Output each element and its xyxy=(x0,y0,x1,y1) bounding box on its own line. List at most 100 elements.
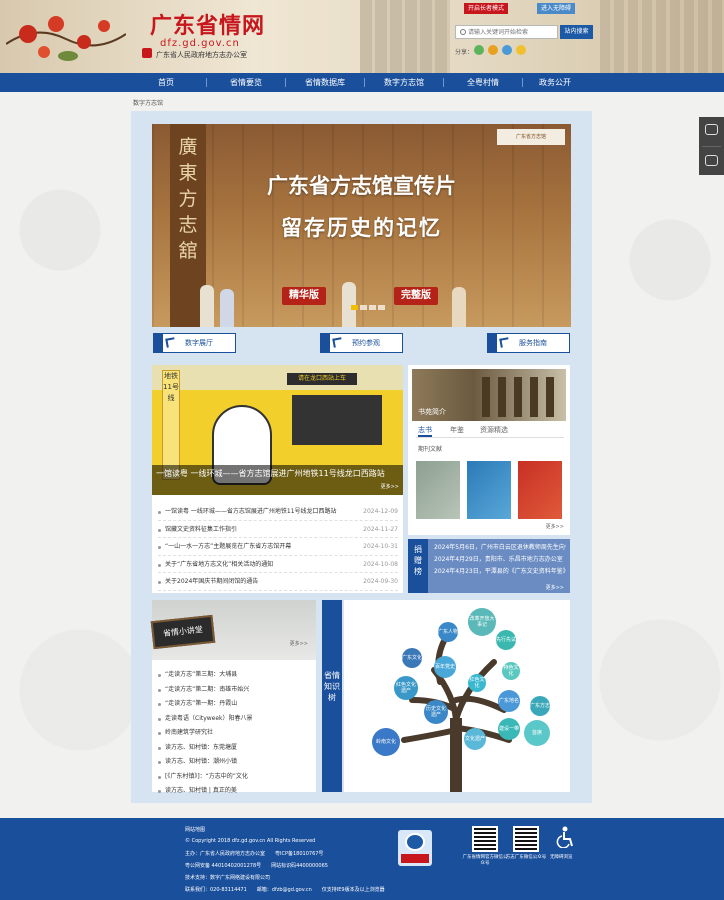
bubble-red[interactable]: 红色文化 xyxy=(468,674,486,692)
news-title[interactable]: 关于“广东省地方志文化”相关活动的通知 xyxy=(165,556,345,574)
news-photo[interactable]: 请在龙口西站上车 地铁11号线 一馆读粤 一线环城——省方志馆展进广州地铁11号… xyxy=(152,365,403,495)
bubble-historic[interactable]: 历史文化遗产 xyxy=(424,700,448,724)
gov-site-badge-icon[interactable] xyxy=(398,830,432,866)
digital-hall-button[interactable]: 数字展厅 xyxy=(153,333,236,353)
list-item[interactable]: 关于“广东省地方志文化”相关活动的通知 2024-10-08 xyxy=(158,556,398,574)
list-item[interactable]: 2024年4月23日，平潭县的《广东文史资料年鉴》…… xyxy=(434,566,566,578)
nav-home[interactable]: 首页 xyxy=(127,73,205,92)
bubble-red-heritage[interactable]: 红色文化遗产 xyxy=(394,676,418,700)
bubble-special[interactable]: 特色文化 xyxy=(502,662,520,680)
weibo-share-icon[interactable] xyxy=(488,45,498,55)
photo-shelf xyxy=(498,377,506,417)
bubble-reform[interactable]: 改革开放大事记 xyxy=(468,608,496,636)
bubble-chronicles[interactable]: 广东方志 xyxy=(530,696,550,716)
bubble-heritage[interactable]: 文化遗产 xyxy=(464,728,486,750)
list-item[interactable]: 岭南建筑学研究社 xyxy=(158,726,308,741)
photo-shelf xyxy=(530,377,538,417)
bubble-party[interactable]: 百年党史 xyxy=(434,656,456,678)
service-guide-button[interactable]: 服务指南 xyxy=(487,333,570,353)
list-item[interactable]: 馆藏文史资料征集工作指引 2024-11-27 xyxy=(158,521,398,539)
nav-database[interactable]: 省情数据库 xyxy=(286,73,364,92)
breadcrumb[interactable]: 数字方志馆 xyxy=(133,98,163,107)
wechat-icon[interactable] xyxy=(705,124,718,135)
photo-shelf xyxy=(514,377,522,417)
list-item[interactable]: 一馆读粤 一线环城——省方志馆展进广州地铁11号线龙口西路站 2024-12-09 xyxy=(158,503,398,521)
carousel-dot[interactable] xyxy=(351,305,358,310)
news-title[interactable]: 馆藏文史资料征集工作指引 xyxy=(165,521,345,539)
list-item[interactable]: [《广东村镇》]：“方志中的”文化 xyxy=(158,770,308,785)
promo-banner[interactable]: 廣東方志舘 广东省方志馆 广东省方志馆宣传片 留存历史的记忆 精华版 完整版 xyxy=(152,124,571,327)
site-title[interactable]: 广东省情网 xyxy=(150,8,265,40)
book-visit-label: 预约参观 xyxy=(352,339,380,347)
bubble-people[interactable]: 广东人物 xyxy=(438,622,458,642)
library-subheading[interactable]: 期刊文献 xyxy=(418,444,442,453)
full-version-button[interactable]: 完整版 xyxy=(394,287,438,305)
library-photo[interactable]: 书苑简介 xyxy=(412,369,566,421)
library-more-link[interactable]: 更多>> xyxy=(546,523,564,530)
list-item[interactable]: “走读方志”第一期：丹霞山 xyxy=(158,697,308,712)
nav-overview[interactable]: 省情要览 xyxy=(207,73,285,92)
service-guide-label: 服务指南 xyxy=(519,339,547,347)
list-item[interactable]: 2024年5月6日，广州市白云区退休教师周先生向省方志馆捐赠…… xyxy=(434,542,566,554)
news-title[interactable]: 关于2024年国庆节期间闭馆的通告 xyxy=(165,573,345,591)
tab-featured[interactable]: 资源精选 xyxy=(480,425,508,435)
book-cover[interactable] xyxy=(416,461,460,519)
site-footer: 网站地图 © Copyright 2018 dfz.gd.gov.cn All … xyxy=(0,818,724,900)
donation-more-link[interactable]: 更多>> xyxy=(546,584,564,591)
lecture-more-link[interactable]: 更多>> xyxy=(290,640,308,647)
book-cover[interactable] xyxy=(518,461,562,519)
share-icon[interactable] xyxy=(705,155,718,166)
list-item[interactable]: 读方志、知村镇：东莞塘厦 xyxy=(158,741,308,756)
nav-gov-affairs[interactable]: 政务公开 xyxy=(516,73,594,92)
news-list: 一馆读粤 一线环城——省方志馆展进广州地铁11号线龙口西路站 2024-12-09… xyxy=(158,503,398,591)
banner-figure xyxy=(200,285,214,327)
list-item[interactable]: “走读方志”第三期：大埔县 xyxy=(158,668,308,683)
qq-share-icon[interactable] xyxy=(502,45,512,55)
qr-code-icon xyxy=(513,826,539,852)
list-item[interactable]: 走读粤语（Cityweek）阳春八景 xyxy=(158,712,308,727)
search-input[interactable] xyxy=(468,27,556,37)
list-item[interactable]: 读方志、知村镇 | 真正的美 xyxy=(158,784,308,799)
tab-yearbooks[interactable]: 年鉴 xyxy=(450,425,464,435)
tab-local-chronicles[interactable]: 志书 xyxy=(418,425,432,437)
donation-label: 捐赠榜 xyxy=(408,539,428,593)
lecture-list: “走读方志”第三期：大埔县 “走读方志”第二期：南雄市始兴 “走读方志”第一期：… xyxy=(158,668,308,799)
highlight-version-button[interactable]: 精华版 xyxy=(282,287,326,305)
carousel-dot[interactable] xyxy=(369,305,376,310)
qzone-share-icon[interactable] xyxy=(516,45,526,55)
list-item[interactable]: 关于2024年国庆节期间闭馆的通告 2024-09-30 xyxy=(158,573,398,591)
nav-villages[interactable]: 全粤村情 xyxy=(444,73,522,92)
bubble-first[interactable]: 首席 xyxy=(524,720,550,746)
carousel-dot[interactable] xyxy=(378,305,385,310)
nav-digital-museum[interactable]: 数字方志馆 xyxy=(365,73,443,92)
book-cover[interactable] xyxy=(467,461,511,519)
banner-logo-card: 广东省方志馆 xyxy=(497,129,565,145)
book-visit-button[interactable]: 预约参观 xyxy=(320,333,403,353)
list-item[interactable]: “一山一水一方志”主题展览在广东省方志馆开幕 2024-10-31 xyxy=(158,538,398,556)
carousel-dot[interactable] xyxy=(360,305,367,310)
bubble-belt[interactable]: 建设一带 xyxy=(498,718,520,740)
elder-mode-button[interactable]: 开启长者模式 xyxy=(464,3,509,14)
list-item[interactable]: 读方志、知村镇：潮州小镇 xyxy=(158,755,308,770)
search-button[interactable]: 站内搜索 xyxy=(560,25,593,39)
news-title[interactable]: “一山一水一方志”主题展览在广东省方志馆开幕 xyxy=(165,538,345,556)
news-title[interactable]: 一馆读粤 一线环城——省方志馆展进广州地铁11号线龙口西路站 xyxy=(165,503,345,521)
news-photo-caption[interactable]: 一馆读粤 一线环城——省方志馆展进广州地铁11号线龙口西路站 xyxy=(152,465,403,495)
bubble-place-names[interactable]: 广东地名 xyxy=(498,690,520,712)
sitemap-link[interactable]: 网站地图 xyxy=(185,826,205,833)
photo-shelf xyxy=(546,377,554,417)
news-photo-more-link[interactable]: 更多>> xyxy=(381,483,399,490)
list-item[interactable]: 2024年4月29日，贵阳市、乐昌市地方志办公室《乐昌…… xyxy=(434,554,566,566)
news-date: 2024-10-31 xyxy=(363,543,398,550)
bubble-culture[interactable]: 广东文化 xyxy=(402,648,422,668)
bubble-lingnan[interactable]: 岭南文化 xyxy=(372,728,400,756)
footer-copyright: © Copyright 2018 dfz.gd.gov.cn All Right… xyxy=(185,838,316,844)
arrow-icon xyxy=(165,337,176,348)
wechat-share-icon[interactable] xyxy=(474,45,484,55)
accessibility-icon[interactable] xyxy=(556,826,574,848)
footer-tech-support: 技术支持：数字广东网络建设有限公司 xyxy=(185,875,271,881)
list-item[interactable]: “走读方志”第二期：南雄市始兴 xyxy=(158,683,308,698)
bubble-pilot[interactable]: 先行先试 xyxy=(496,630,516,650)
accessibility-button[interactable]: 进入无障碍 xyxy=(537,3,576,14)
share-label: 分享： xyxy=(455,49,474,56)
